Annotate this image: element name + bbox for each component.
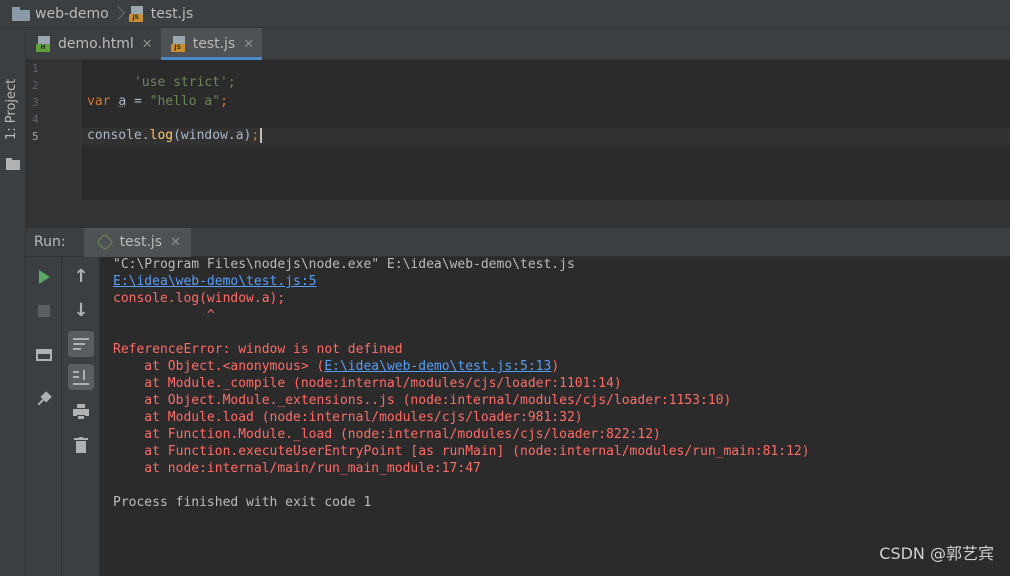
run-toolbar-secondary: ↑ ↓ [62, 257, 100, 576]
tab-label: test.js [192, 36, 236, 52]
function-name: log [149, 128, 174, 143]
run-toolbar-primary [26, 257, 62, 576]
variable-name: a [118, 94, 127, 109]
stack-trace-text: ) [551, 359, 560, 374]
trash-icon [73, 437, 89, 453]
console-error-message: ReferenceError: window is not defined [113, 342, 403, 357]
layout-icon [36, 349, 52, 361]
arguments: (window.a) [173, 128, 252, 143]
line-number: 3 [32, 96, 39, 109]
run-tab-test-js[interactable]: test.js ✕ [83, 227, 191, 257]
stack-trace-line: at Object.<anonymous> (E:\idea\web-demo\… [113, 359, 559, 374]
layout-button[interactable] [31, 342, 57, 368]
line-number-current: 5 [32, 130, 39, 143]
code-editor[interactable]: 1 2 3 4 5 'use strict'; var a = "hello a… [26, 60, 1010, 227]
semicolon: ; [220, 94, 228, 109]
run-button[interactable] [31, 264, 57, 290]
source-file-link[interactable]: E:\idea\web-demo\test.js:5 [113, 274, 317, 289]
close-icon[interactable]: ✕ [243, 37, 254, 52]
editor-empty-area [26, 200, 1010, 227]
nodejs-icon [96, 233, 113, 251]
tab-label: demo.html [58, 36, 134, 52]
down-stack-trace-button[interactable]: ↓ [68, 297, 94, 323]
keyword: var [87, 94, 111, 109]
stack-trace-text: at Object.<anonymous> ( [113, 359, 325, 374]
breadcrumb-file[interactable]: JS test.js [128, 5, 194, 22]
console-source-line: console.log(window.a); [113, 291, 286, 306]
print-icon [73, 404, 89, 420]
stack-trace-line: at Object.Module._extensions..js (node:i… [113, 393, 732, 408]
js-file-icon: JS [128, 5, 145, 22]
run-tab-label: test.js [119, 234, 163, 250]
stack-trace-line: at node:internal/main/run_main_module:17… [113, 461, 481, 476]
line-number: 4 [32, 113, 39, 126]
run-console-output[interactable]: "C:\Program Files\nodejs\node.exe" E:\id… [100, 257, 1010, 576]
tab-demo-html[interactable]: H demo.html ✕ [26, 28, 161, 60]
string-literal: "hello a" [149, 94, 221, 109]
close-icon[interactable]: ✕ [142, 37, 153, 52]
scroll-to-end-icon [73, 369, 89, 385]
console-line: E:\idea\web-demo\test.js:5 [113, 274, 317, 289]
console-command-line: "C:\Program Files\nodejs\node.exe" E:\id… [113, 257, 575, 272]
up-arrow-icon: ↑ [73, 265, 89, 287]
object-name: console. [87, 128, 150, 143]
stack-trace-line: at Module.load (node:internal/modules/cj… [113, 410, 583, 425]
up-stack-trace-button[interactable]: ↑ [68, 263, 94, 289]
breadcrumb-project[interactable]: web-demo [12, 6, 109, 22]
stop-button[interactable] [31, 298, 57, 324]
operator: = [126, 94, 150, 109]
run-label: Run: [34, 234, 66, 250]
string-literal: 'use strict'; [133, 75, 236, 90]
editor-tab-bar: H demo.html ✕ JS test.js ✕ [26, 28, 1010, 60]
code-area[interactable]: 'use strict'; var a = "hello a"; console… [81, 60, 1010, 200]
clear-all-button[interactable] [68, 432, 94, 458]
navigation-bar: web-demo JS test.js [0, 0, 1010, 28]
chevron-right-icon [113, 5, 123, 23]
left-tool-window-strip: 1: Project [0, 28, 26, 576]
line-number-gutter: 1 2 3 4 5 [26, 60, 81, 200]
html-file-icon: H [36, 36, 52, 52]
folder-icon [6, 158, 20, 170]
stop-icon [38, 305, 50, 317]
project-tool-tab[interactable]: 1: Project [0, 62, 26, 172]
console-caret-line: ^ [113, 308, 215, 323]
folder-icon [12, 6, 30, 21]
breadcrumb-file-label: test.js [150, 5, 194, 22]
run-icon [38, 270, 50, 284]
run-panel-header: Run: test.js ✕ [26, 227, 1010, 257]
line-number: 2 [32, 79, 39, 92]
breadcrumb-project-label: web-demo [35, 5, 109, 22]
down-arrow-icon: ↓ [73, 299, 89, 321]
print-button[interactable] [68, 399, 94, 425]
project-tab-label: 1: Project [4, 78, 19, 140]
stack-trace-line: at Function.executeUserEntryPoint [as ru… [113, 444, 810, 459]
soft-wrap-button[interactable] [68, 331, 94, 357]
semicolon: ; [251, 128, 260, 143]
watermark: CSDN @郭艺宾 [879, 544, 994, 563]
process-finished-message: Process finished with exit code 1 [113, 495, 372, 510]
scroll-to-end-button[interactable] [68, 364, 94, 390]
code-line-3: var a = "hello a"; [87, 94, 228, 109]
close-icon[interactable]: ✕ [170, 235, 181, 250]
text-caret [260, 128, 263, 143]
soft-wrap-icon [73, 336, 89, 352]
js-file-icon: JS [170, 36, 187, 52]
code-line-5: console.log(window.a); [87, 128, 263, 143]
line-number: 1 [32, 62, 39, 75]
tab-test-js[interactable]: JS test.js ✕ [160, 28, 263, 60]
stack-trace-link[interactable]: E:\idea\web-demo\test.js:5:13 [324, 359, 551, 374]
pin-icon [34, 389, 54, 409]
stack-trace-line: at Module._compile (node:internal/module… [113, 376, 622, 391]
pin-tab-button[interactable] [31, 386, 57, 412]
stack-trace-line: at Function.Module._load (node:internal/… [113, 427, 661, 442]
